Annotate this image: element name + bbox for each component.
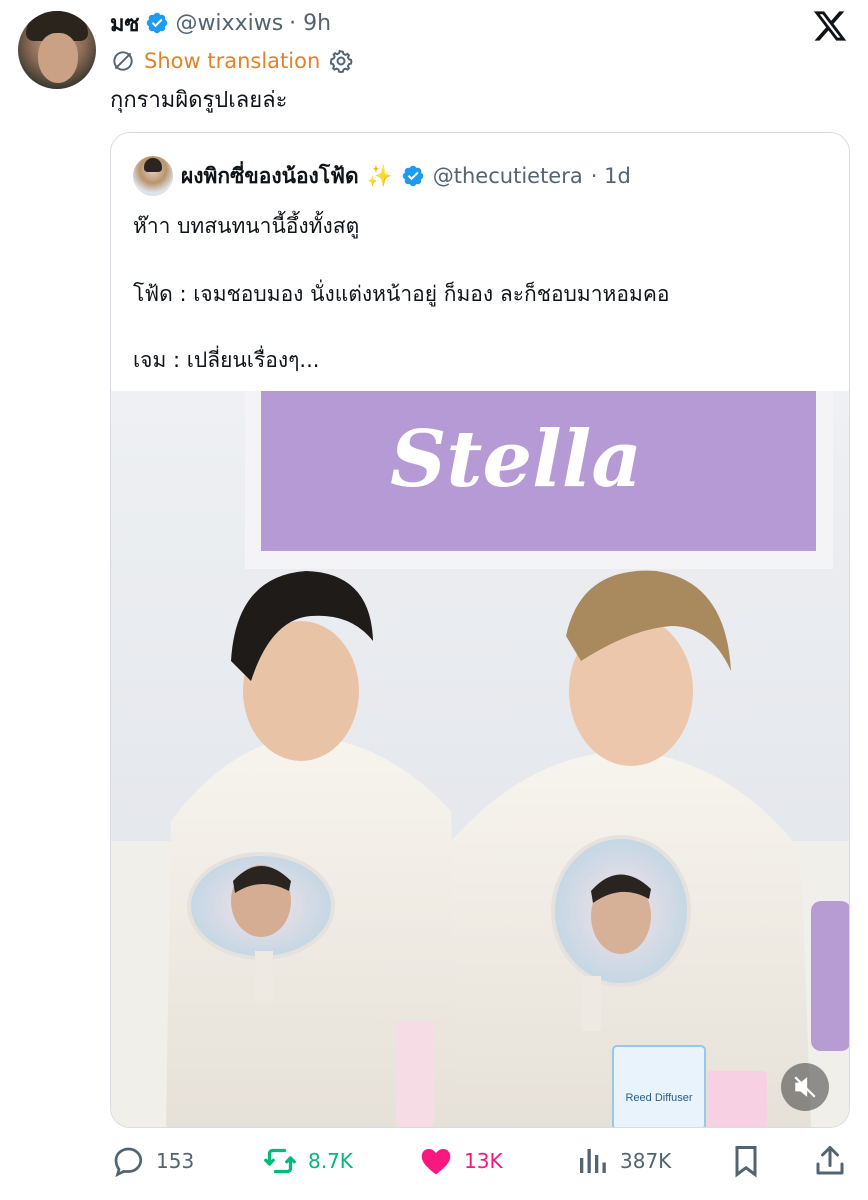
quoted-avatar[interactable] — [133, 156, 173, 196]
verified-badge-icon — [147, 12, 168, 34]
x-logo-icon[interactable] — [812, 8, 848, 44]
share-button[interactable] — [812, 1138, 848, 1184]
reply-button[interactable]: 153 — [110, 1138, 194, 1184]
author-name[interactable]: มซ — [110, 6, 139, 41]
mute-icon — [794, 1076, 816, 1098]
like-count: 13K — [464, 1149, 503, 1173]
translation-row: Show translation — [110, 45, 354, 77]
bookmark-button[interactable] — [728, 1138, 764, 1184]
no-translate-icon — [113, 51, 133, 71]
views-button[interactable]: 387K — [574, 1138, 671, 1184]
mute-button[interactable] — [781, 1063, 829, 1111]
quoted-handle[interactable]: @thecutietera — [433, 164, 583, 188]
quoted-tweet[interactable]: ผงพิกซี่ของน้องโฟ้ด ✨ @thecutietera · 1d… — [110, 132, 850, 1128]
tweet-text: กุกรามผิดรูปเลยล่ะ — [110, 88, 288, 113]
product-label: Reed Diffuser — [625, 1092, 692, 1104]
gear-icon[interactable] — [328, 48, 354, 74]
repost-icon — [264, 1148, 296, 1174]
reply-count: 153 — [156, 1149, 195, 1173]
verified-badge-icon — [402, 165, 424, 187]
quoted-line: เจม : เปลี่ยนเรื่องๆ... — [133, 348, 320, 372]
show-translation-link[interactable]: Show translation — [144, 49, 320, 73]
author-avatar[interactable] — [18, 11, 96, 89]
quoted-author-name[interactable]: ผงพิกซี่ของน้องโฟ้ด — [181, 160, 359, 193]
like-button[interactable]: 13K — [418, 1138, 503, 1184]
action-bar: 153 8.7K 13K 387K — [0, 1138, 868, 1184]
video-frame: Stella Reed Diffuser — [111, 391, 849, 1127]
tweet-time[interactable]: · 9h — [289, 11, 331, 36]
author-handle[interactable]: @wixxiws — [175, 11, 283, 36]
tweet-header: มซ @wixxiws · 9h — [110, 8, 331, 38]
reply-icon — [114, 1147, 143, 1178]
share-icon — [816, 1146, 844, 1175]
quoted-header: ผงพิกซี่ของน้องโฟ้ด ✨ @thecutietera · 1d — [133, 156, 631, 196]
quoted-line: โฟ้ด : เจมชอบมอง นั่งแต่งหน้าอยู่ ก็มอง … — [133, 282, 670, 306]
quoted-time[interactable]: · 1d — [591, 164, 631, 188]
banner-text: Stella — [390, 414, 642, 505]
avatar-face — [38, 33, 78, 83]
repost-count: 8.7K — [308, 1149, 353, 1173]
views-icon — [580, 1149, 606, 1173]
quoted-video[interactable]: Stella Reed Diffuser — [111, 391, 849, 1127]
view-count: 387K — [620, 1149, 672, 1173]
repost-button[interactable]: 8.7K — [262, 1138, 353, 1184]
like-icon — [421, 1149, 451, 1175]
bookmark-icon — [735, 1146, 757, 1178]
sparkle-emoji: ✨ — [366, 163, 393, 188]
quoted-line: ห๊าา บทสนทนานี้อึ้งทั้งสตู — [133, 214, 360, 238]
